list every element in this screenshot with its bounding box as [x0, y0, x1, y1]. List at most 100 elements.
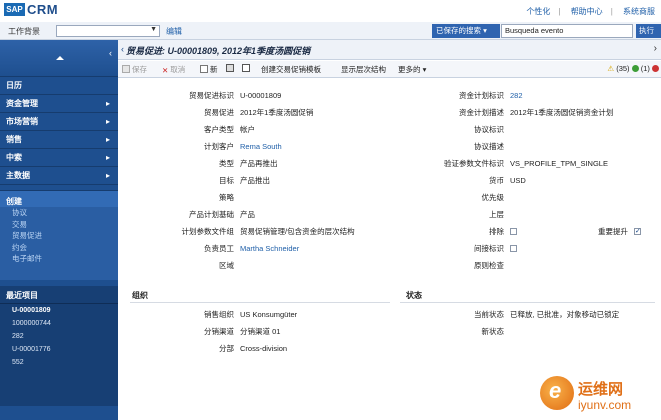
field-row: 上层	[400, 209, 655, 221]
personalize-link[interactable]: 个性化	[526, 7, 550, 16]
save-button[interactable]: 保存	[122, 64, 147, 75]
back-icon[interactable]: ‹	[121, 44, 124, 54]
create-link-trade-promotion[interactable]: 贸易促进	[0, 230, 118, 242]
create-header: 创建	[0, 191, 118, 207]
field-row: 分部 Cross-division	[130, 343, 390, 355]
copy-button[interactable]	[242, 64, 252, 73]
page-title-bar: ‹ 贸易促进: U-00001809, 2012年1季度汤圆促销 ›	[118, 40, 661, 60]
field-row: 协议描述	[400, 141, 655, 153]
field-label: 协议标识	[474, 125, 504, 134]
watermark-url: iyunv.com	[578, 398, 632, 412]
field-row: 类型 产品再推出	[130, 158, 390, 170]
trash-icon	[226, 64, 234, 72]
field-row: 当前状态 已释放, 已批准，对象移动已锁定	[400, 309, 655, 321]
field-label: 贸易促进	[204, 108, 234, 117]
indirect-flag-checkbox[interactable]	[510, 245, 517, 252]
recent-item[interactable]: 1000000744	[0, 317, 118, 330]
field-value: 产品再推出	[240, 159, 278, 168]
section-status: 状态	[406, 291, 422, 300]
field-label: 分销渠道	[204, 327, 234, 336]
work-context-select[interactable]: ▼	[56, 25, 160, 37]
success-icon	[631, 65, 639, 72]
nav-item-funds[interactable]: 资金管理 ▸	[0, 95, 118, 113]
top-header: SAP CRM 个性化 | 帮助中心 | 系统商服	[0, 0, 661, 22]
fund-plan-id-link[interactable]: 282	[510, 90, 523, 102]
field-label: 间接标识	[474, 244, 504, 253]
nav-item-master-data[interactable]: 主数据 ▸	[0, 167, 118, 185]
system-news-link[interactable]: 系统商服	[623, 7, 655, 16]
chevron-down-icon: ▼	[150, 26, 157, 33]
field-label: 协议描述	[474, 142, 504, 151]
field-value: 产品推出	[240, 176, 270, 185]
recent-items-panel: 最近项目 U-00001809 1000000744 282 U-0000177…	[0, 286, 118, 406]
create-link-appointment[interactable]: 约会	[0, 242, 118, 254]
field-label: 计划客户	[204, 142, 234, 151]
field-label: 新状态	[481, 327, 505, 336]
planned-customer-link[interactable]: Rema South	[240, 141, 282, 153]
field-row: 资金计划描述 2012年1季度汤圆促销资金计划	[400, 107, 655, 119]
nav-item-sales[interactable]: 销售 ▸	[0, 131, 118, 149]
cancel-button[interactable]: ✕ 取消	[162, 64, 185, 75]
field-label: 贸易促进标识	[189, 91, 234, 100]
field-value: VS_PROFILE_TPM_SINGLE	[510, 159, 608, 168]
more-button[interactable]: 更多的 ▾	[398, 64, 426, 75]
field-row: 优先级	[400, 192, 655, 204]
field-label: 目标	[219, 176, 234, 185]
chevron-right-icon: ▸	[105, 99, 110, 108]
recent-item[interactable]: 552	[0, 356, 118, 369]
new-button[interactable]: 新	[200, 64, 218, 75]
message-indicators[interactable]: ⚠ (35) (1)	[607, 64, 659, 73]
chevron-right-icon: ▸	[105, 135, 110, 144]
page-title: 贸易促进: U-00001809, 2012年1季度汤圆促销	[126, 46, 311, 56]
field-row: 销售组织 US Konsumgüter	[130, 309, 390, 321]
chevron-left-icon[interactable]: ‹	[109, 48, 112, 58]
field-label: 当前状态	[474, 310, 504, 319]
responsible-employee-link[interactable]: Martha Schneider	[240, 243, 299, 255]
sidebar-header: ‹	[0, 40, 118, 77]
error-icon	[652, 65, 659, 72]
saved-search-input[interactable]: Busqueda evento	[501, 24, 633, 38]
nav-item-calendar[interactable]: 日历	[0, 77, 118, 95]
delete-button[interactable]	[226, 64, 236, 73]
detail-form: 贸易促进标识 U-00001809 贸易促进 2012年1季度汤圆促销 客户类型…	[130, 80, 655, 420]
field-row: 贸易促进标识 U-00001809	[130, 90, 390, 102]
create-template-button[interactable]: 创建交易促销模板	[261, 64, 321, 75]
work-context-edit-link[interactable]: 编辑	[166, 26, 182, 37]
recent-item[interactable]: U-00001809	[0, 304, 118, 317]
field-label: 优先级	[481, 193, 505, 202]
nav-item-marketing[interactable]: 市场营销 ▸	[0, 113, 118, 131]
watermark: 运维网 iyunv.com	[540, 376, 656, 416]
watermark-logo-icon	[540, 376, 574, 410]
field-value: Cross-division	[240, 344, 288, 353]
field-row: 验证参数文件标识 VS_PROFILE_TPM_SINGLE	[400, 158, 655, 170]
create-link-email[interactable]: 电子邮件	[0, 253, 118, 265]
create-link-transaction[interactable]: 交易	[0, 219, 118, 231]
field-row: 分销渠道 分销渠道 01	[130, 326, 390, 338]
saved-search-dropdown[interactable]: 已保存的搜索 ▾	[432, 24, 500, 38]
help-center-link[interactable]: 帮助中心	[571, 7, 603, 16]
copy-icon	[242, 64, 250, 72]
collapse-icon[interactable]	[56, 56, 64, 60]
nav-item-index[interactable]: 中索 ▸	[0, 149, 118, 167]
field-label: 区域	[219, 261, 234, 270]
execute-button[interactable]: 执行	[636, 24, 661, 38]
field-label: 排除	[489, 227, 504, 236]
field-label: 客户类型	[204, 125, 234, 134]
document-icon	[200, 65, 208, 73]
field-value: 贸易促销管理/包含资金的层次结构	[240, 227, 355, 236]
important-boost-checkbox[interactable]	[634, 226, 641, 238]
recent-item[interactable]: 282	[0, 330, 118, 343]
work-context-label: 工作背景	[8, 27, 40, 36]
field-row: 原则检查	[400, 260, 655, 272]
field-row: 货币 USD	[400, 175, 655, 187]
create-link-agreement[interactable]: 协议	[0, 207, 118, 219]
field-row: 间接标识	[400, 243, 655, 255]
field-row: 新状态	[400, 326, 655, 338]
field-row: 客户类型 帐户	[130, 124, 390, 136]
field-value: U-00001809	[240, 91, 282, 100]
top-links: 个性化 | 帮助中心 | 系统商服	[526, 7, 655, 16]
exclude-checkbox[interactable]	[510, 228, 517, 235]
recent-item[interactable]: U-00001776	[0, 343, 118, 356]
show-hierarchy-button[interactable]: 显示层次结构	[341, 64, 386, 75]
close-icon[interactable]: ›	[654, 43, 657, 54]
